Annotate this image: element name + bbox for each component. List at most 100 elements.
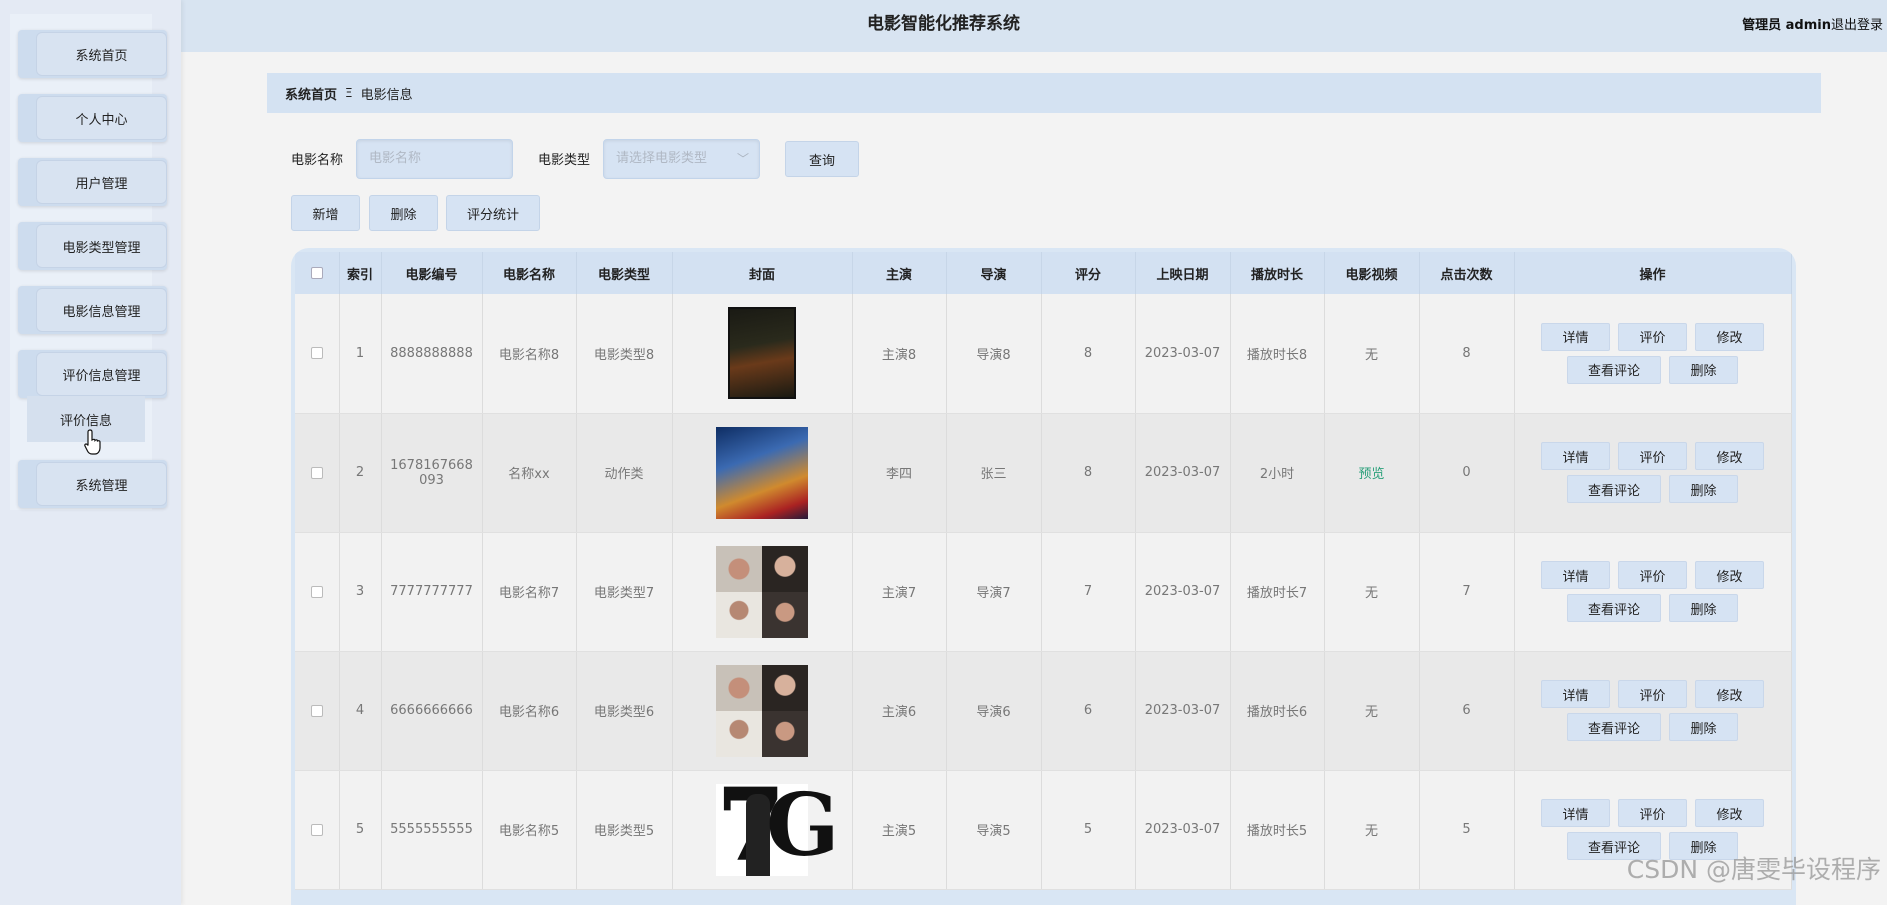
cell-actor: 主演5 [852, 770, 947, 890]
row-checkbox[interactable] [310, 704, 323, 717]
sidebar-item-home[interactable]: 系统首页 [18, 30, 167, 78]
cell-actor: 主演6 [852, 651, 947, 771]
detail-button[interactable]: 详情 [1541, 442, 1610, 470]
row-checkbox[interactable] [310, 585, 323, 598]
view-comments-button[interactable]: 查看评论 [1567, 355, 1661, 384]
cell-clicks: 8 [1419, 294, 1515, 414]
detail-button[interactable]: 详情 [1541, 799, 1610, 827]
breadcrumb-home[interactable]: 系统首页 [285, 84, 337, 103]
cell-name: 电影名称7 [482, 532, 577, 652]
query-button[interactable]: 查询 [785, 141, 859, 177]
cell-operations: 详情 评价 修改 查看评论 删除 [1514, 294, 1792, 414]
rating-stats-button[interactable]: 评分统计 [446, 195, 540, 231]
detail-button[interactable]: 详情 [1541, 680, 1610, 708]
cell-code: 1678167668093 [381, 413, 483, 533]
delete-button[interactable]: 删除 [369, 195, 438, 231]
select-all-checkbox[interactable] [310, 267, 323, 279]
breadcrumb: 系统首页 Ξ 电影信息 [267, 73, 1821, 113]
sidebar-item-label: 用户管理 [36, 160, 167, 204]
view-comments-button[interactable]: 查看评论 [1567, 594, 1661, 622]
cell-clicks: 0 [1419, 413, 1515, 533]
video-preview-link[interactable]: 预览 [1358, 467, 1384, 482]
cell-clicks: 6 [1419, 651, 1515, 771]
cell-video: 预览 [1324, 413, 1420, 533]
sidebar-item-users[interactable]: 用户管理 [18, 158, 167, 206]
cell-clicks: 7 [1419, 532, 1515, 652]
column-header: 播放时长 [1230, 252, 1325, 294]
edit-button[interactable]: 修改 [1695, 561, 1764, 589]
sidebar-item-system[interactable]: 系统管理 [18, 460, 167, 508]
table-row: 2 1678167668093 名称xx 动作类 李四 张三 8 2023-03… [295, 413, 1792, 533]
column-header: 电影类型 [576, 252, 673, 294]
movie-type-label: 电影类型 [538, 153, 591, 168]
edit-button[interactable]: 修改 [1695, 322, 1764, 351]
row-select-cell [295, 770, 340, 890]
cover-image [728, 307, 796, 400]
cell-code: 6666666666 [381, 651, 483, 771]
sidebar-item-movie-info[interactable]: 电影信息管理 [18, 286, 167, 334]
view-comments-button[interactable]: 查看评论 [1567, 475, 1661, 503]
cell-index: 3 [339, 532, 382, 652]
column-header: 上映日期 [1135, 252, 1231, 294]
row-delete-button[interactable]: 删除 [1669, 475, 1738, 503]
rate-button[interactable]: 评价 [1618, 322, 1687, 351]
cell-date: 2023-03-07 [1135, 770, 1231, 890]
cell-cover: 7 G [672, 770, 853, 890]
movie-type-placeholder: 请选择电影类型 [616, 151, 708, 166]
table-row: 3 7777777777 电影名称7 电影类型7 主演7 导演7 7 2023-… [295, 532, 1792, 652]
cell-name: 电影名称6 [482, 651, 577, 771]
detail-button[interactable]: 详情 [1541, 322, 1610, 351]
table-row: 4 6666666666 电影名称6 电影类型6 主演6 导演6 6 2023-… [295, 651, 1792, 771]
add-button[interactable]: 新增 [291, 195, 360, 231]
edit-button[interactable]: 修改 [1695, 442, 1764, 470]
edit-button[interactable]: 修改 [1695, 680, 1764, 708]
sidebar-item-profile[interactable]: 个人中心 [18, 94, 167, 142]
sidebar-item-movie-types[interactable]: 电影类型管理 [18, 222, 167, 270]
row-delete-button[interactable]: 删除 [1669, 594, 1738, 622]
cell-cover [672, 651, 853, 771]
column-header: 电影名称 [482, 252, 577, 294]
cell-type: 电影类型5 [576, 770, 673, 890]
logout-link[interactable]: 退出登录 [1831, 14, 1883, 33]
column-header: 电影视频 [1324, 252, 1420, 294]
rate-button[interactable]: 评价 [1618, 799, 1687, 827]
cell-director: 导演7 [946, 532, 1042, 652]
cell-director: 导演8 [946, 294, 1042, 414]
cell-video: 无 [1324, 651, 1420, 771]
sidebar-item-label: 系统管理 [36, 462, 167, 506]
column-header: 电影编号 [381, 252, 483, 294]
edit-button[interactable]: 修改 [1695, 799, 1764, 827]
row-select-cell [295, 413, 340, 533]
cell-director: 导演5 [946, 770, 1042, 890]
breadcrumb-separator-icon: Ξ [345, 86, 353, 100]
sidebar-item-reviews[interactable]: 评价信息管理 [18, 350, 167, 398]
cell-clicks: 5 [1419, 770, 1515, 890]
movie-type-select[interactable]: 请选择电影类型 ﹀ [603, 139, 760, 179]
row-checkbox[interactable] [310, 347, 323, 360]
cell-operations: 详情 评价 修改 查看评论 删除 [1514, 532, 1792, 652]
cell-name: 名称xx [482, 413, 577, 533]
rate-button[interactable]: 评价 [1618, 680, 1687, 708]
cell-score: 7 [1041, 532, 1136, 652]
cell-date: 2023-03-07 [1135, 294, 1231, 414]
row-delete-button[interactable]: 删除 [1669, 713, 1738, 741]
cell-score: 8 [1041, 294, 1136, 414]
row-checkbox[interactable] [310, 823, 323, 836]
row-checkbox[interactable] [310, 466, 323, 479]
movie-table: 索引 电影编号 电影名称 电影类型 封面 主演 导演 评分 上映日期 播放时长 … [295, 252, 1792, 890]
cell-index: 1 [339, 294, 382, 414]
row-select-cell [295, 532, 340, 652]
row-delete-button[interactable]: 删除 [1669, 355, 1738, 384]
rate-button[interactable]: 评价 [1618, 442, 1687, 470]
detail-button[interactable]: 详情 [1541, 561, 1610, 589]
movie-name-placeholder: 电影名称 [369, 151, 422, 166]
movie-name-input[interactable]: 电影名称 [356, 139, 513, 179]
sidebar: 系统首页 个人中心 用户管理 电影类型管理 电影信息管理 评价信息管理 评价信息… [0, 0, 181, 905]
cell-code: 8888888888 [381, 294, 483, 414]
cell-score: 8 [1041, 413, 1136, 533]
cell-name: 电影名称8 [482, 294, 577, 414]
current-user: 管理员 admin [1742, 18, 1831, 33]
table-row: 1 8888888888 电影名称8 电影类型8 主演8 导演8 8 2023-… [295, 294, 1792, 414]
rate-button[interactable]: 评价 [1618, 561, 1687, 589]
view-comments-button[interactable]: 查看评论 [1567, 713, 1661, 741]
